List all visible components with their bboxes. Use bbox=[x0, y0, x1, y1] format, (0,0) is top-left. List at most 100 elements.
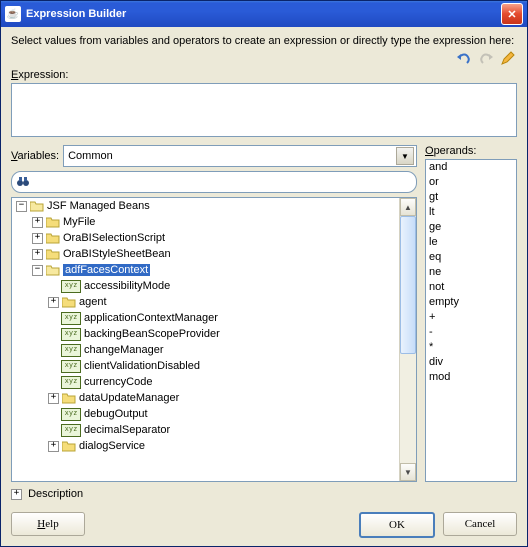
operand-item[interactable]: * bbox=[426, 340, 516, 355]
tree-label: JSF Managed Beans bbox=[47, 200, 150, 212]
variables-tree[interactable]: − JSF Managed Beans + MyFile + OraBISelection… bbox=[11, 197, 417, 482]
operand-item[interactable]: le bbox=[426, 235, 516, 250]
tree-variable[interactable]: xyzdecimalSeparator bbox=[48, 422, 416, 438]
tree-variable[interactable]: xyzaccessibilityMode bbox=[48, 278, 416, 294]
variable-icon: xyz bbox=[61, 328, 81, 341]
operand-item[interactable]: or bbox=[426, 175, 516, 190]
plus-icon[interactable]: + bbox=[32, 233, 43, 244]
tree-label: applicationContextManager bbox=[84, 312, 218, 324]
search-field[interactable] bbox=[11, 171, 417, 193]
operand-item[interactable]: + bbox=[426, 310, 516, 325]
tree-label: backingBeanScopeProvider bbox=[84, 328, 220, 340]
folder-icon bbox=[46, 233, 60, 244]
tree-label: OraBIStyleSheetBean bbox=[63, 248, 171, 260]
tree-label: clientValidationDisabled bbox=[84, 360, 200, 372]
tree-variable[interactable]: xyzapplicationContextManager bbox=[48, 310, 416, 326]
folder-icon bbox=[62, 393, 76, 404]
minus-icon[interactable]: − bbox=[32, 265, 43, 276]
plus-icon[interactable]: + bbox=[48, 441, 59, 452]
window-title: Expression Builder bbox=[26, 8, 501, 20]
folder-icon bbox=[62, 441, 76, 452]
tree-label: currencyCode bbox=[84, 376, 152, 388]
tree-folder[interactable]: + OraBISelectionScript bbox=[32, 230, 416, 246]
plus-icon[interactable]: + bbox=[48, 297, 59, 308]
intro-text: Select values from variables and operato… bbox=[11, 35, 517, 47]
operand-item[interactable]: ne bbox=[426, 265, 516, 280]
operand-item[interactable]: and bbox=[426, 160, 516, 175]
tree-variable[interactable]: xyzcurrencyCode bbox=[48, 374, 416, 390]
plus-icon[interactable]: + bbox=[32, 249, 43, 260]
undo-icon[interactable] bbox=[455, 49, 473, 67]
tree-label: dataUpdateManager bbox=[79, 392, 179, 404]
operand-item[interactable]: lt bbox=[426, 205, 516, 220]
folder-icon bbox=[46, 265, 60, 276]
variable-icon: xyz bbox=[61, 344, 81, 357]
titlebar: ☕ Expression Builder ✕ bbox=[1, 1, 527, 27]
tree-variable[interactable]: xyzbackingBeanScopeProvider bbox=[48, 326, 416, 342]
tree-variable[interactable]: xyzclientValidationDisabled bbox=[48, 358, 416, 374]
scroll-down-button[interactable]: ▼ bbox=[400, 463, 416, 481]
expression-builder-dialog: ☕ Expression Builder ✕ Select values fro… bbox=[0, 0, 528, 547]
operands-list[interactable]: andorgtltgeleeqnenotempty+-*divmod bbox=[425, 159, 517, 482]
folder-icon bbox=[62, 297, 76, 308]
operand-item[interactable]: ge bbox=[426, 220, 516, 235]
variable-icon: xyz bbox=[61, 280, 81, 293]
close-button[interactable]: ✕ bbox=[501, 3, 523, 25]
operand-item[interactable]: gt bbox=[426, 190, 516, 205]
search-input[interactable] bbox=[32, 175, 416, 189]
description-toggle[interactable]: + Description bbox=[11, 488, 517, 500]
operand-item[interactable]: div bbox=[426, 355, 516, 370]
tree-folder[interactable]: + OraBIStyleSheetBean bbox=[32, 246, 416, 262]
operand-item[interactable]: mod bbox=[426, 370, 516, 385]
variables-select[interactable]: Common ▼ bbox=[63, 145, 417, 167]
tree-scrollbar[interactable]: ▲ ▼ bbox=[399, 198, 416, 481]
variable-icon: xyz bbox=[61, 408, 81, 421]
tree-label: OraBISelectionScript bbox=[63, 232, 165, 244]
plus-icon[interactable]: + bbox=[32, 217, 43, 228]
operand-item[interactable]: empty bbox=[426, 295, 516, 310]
tree-label: changeManager bbox=[84, 344, 164, 356]
tree-folder[interactable]: + dialogService bbox=[48, 438, 416, 454]
operand-item[interactable]: - bbox=[426, 325, 516, 340]
tree-label: decimalSeparator bbox=[84, 424, 170, 436]
tree-folder[interactable]: − JSF Managed Beans + MyFile + OraBISelection… bbox=[16, 198, 416, 454]
tree-label: dialogService bbox=[79, 440, 145, 452]
expression-label: Expression: bbox=[11, 69, 517, 81]
tree-label: MyFile bbox=[63, 216, 95, 228]
variable-icon: xyz bbox=[61, 376, 81, 389]
expression-input[interactable] bbox=[11, 83, 517, 137]
tree-variable[interactable]: xyzchangeManager bbox=[48, 342, 416, 358]
plus-icon: + bbox=[11, 489, 22, 500]
tree-label: debugOutput bbox=[84, 408, 148, 420]
tree-label: accessibilityMode bbox=[84, 280, 170, 292]
tree-folder[interactable]: + MyFile bbox=[32, 214, 416, 230]
scroll-thumb[interactable] bbox=[400, 216, 416, 354]
folder-icon bbox=[46, 249, 60, 260]
variables-label: Variables: bbox=[11, 150, 59, 162]
scroll-up-button[interactable]: ▲ bbox=[400, 198, 416, 216]
operand-item[interactable]: not bbox=[426, 280, 516, 295]
tree-label: adfFacesContext bbox=[63, 264, 150, 276]
tree-folder[interactable]: + dataUpdateManager bbox=[48, 390, 416, 406]
folder-icon bbox=[30, 201, 44, 212]
app-icon: ☕ bbox=[5, 6, 21, 22]
redo-icon bbox=[477, 49, 495, 67]
cancel-button[interactable]: Cancel bbox=[443, 512, 517, 536]
tree-variable[interactable]: xyzdebugOutput bbox=[48, 406, 416, 422]
help-button[interactable]: Help bbox=[11, 512, 85, 536]
plus-icon[interactable]: + bbox=[48, 393, 59, 404]
variable-icon: xyz bbox=[61, 424, 81, 437]
variable-icon: xyz bbox=[61, 360, 81, 373]
binoculars-icon bbox=[16, 175, 32, 190]
tree-folder[interactable]: −adfFacesContextxyzaccessibilityMode+age… bbox=[32, 262, 416, 454]
tree-label: agent bbox=[79, 296, 107, 308]
edit-icon[interactable] bbox=[499, 49, 517, 67]
folder-icon bbox=[46, 217, 60, 228]
variable-icon: xyz bbox=[61, 312, 81, 325]
minus-icon[interactable]: − bbox=[16, 201, 27, 212]
operands-label: Operands: bbox=[425, 145, 517, 157]
ok-button[interactable]: OK bbox=[359, 512, 435, 538]
operand-item[interactable]: eq bbox=[426, 250, 516, 265]
tree-folder[interactable]: + agent bbox=[48, 294, 416, 310]
chevron-down-icon: ▼ bbox=[396, 147, 414, 165]
